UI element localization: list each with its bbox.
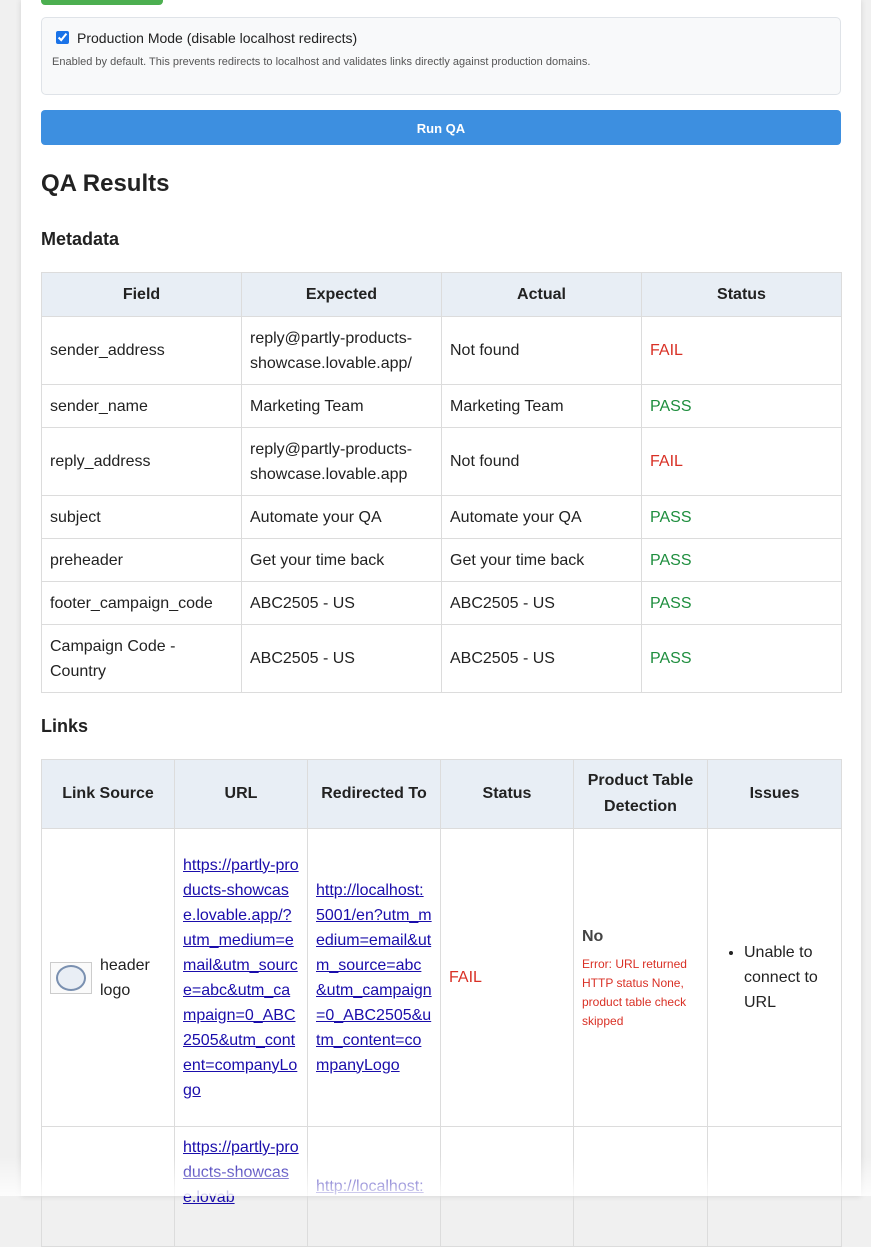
metadata-expected: Marketing Team [242,385,442,428]
metadata-actual: ABC2505 - US [442,582,642,625]
metadata-expected: Get your time back [242,539,442,582]
links-header-product-table: Product Table Detection [574,760,708,829]
link-source-cell [42,1127,175,1247]
metadata-field: sender_address [42,317,242,385]
link-url-cell: https://partly-products-showcase.lovab [175,1127,308,1247]
link-issues-cell [708,1127,842,1247]
links-header-url: URL [175,760,308,829]
links-header-status: Status [441,760,574,829]
table-row: https://partly-products-showcase.lovab h… [42,1127,842,1247]
metadata-expected: reply@partly-products-showcase.lovable.a… [242,428,442,496]
metadata-actual: Get your time back [442,539,642,582]
metadata-field: reply_address [42,428,242,496]
link-url-cell: https://partly-products-showcase.lovable… [175,829,308,1127]
metadata-field: sender_name [42,385,242,428]
production-mode-label[interactable]: Production Mode (disable localhost redir… [77,30,357,46]
link-redirect-cell: http://localhost: [308,1127,441,1247]
link-product-table-cell [574,1127,708,1247]
metadata-expected: ABC2505 - US [242,625,442,693]
links-header-issues: Issues [708,760,842,829]
links-header-redirected: Redirected To [308,760,441,829]
links-header-source: Link Source [42,760,175,829]
green-action-button[interactable] [41,0,163,5]
metadata-status: PASS [642,496,842,539]
metadata-expected: ABC2505 - US [242,582,442,625]
link-url[interactable]: https://partly-products-showcase.lovable… [183,857,299,1099]
metadata-field: subject [42,496,242,539]
links-header-row: Link Source URL Redirected To Status Pro… [42,760,842,829]
metadata-field: Campaign Code - Country [42,625,242,693]
table-row: sender_name Marketing Team Marketing Tea… [42,385,842,428]
metadata-title: Metadata [41,229,119,250]
link-status: FAIL [441,829,574,1127]
link-issues-cell: Unable to connect to URL [708,829,842,1127]
page-panel: Production Mode (disable localhost redir… [21,0,861,1196]
metadata-status: FAIL [642,428,842,496]
link-product-table-cell: No Error: URL returned HTTP status None,… [574,829,708,1127]
metadata-field: footer_campaign_code [42,582,242,625]
link-redirect-url[interactable]: http://localhost:5001/en?utm_medium=emai… [316,882,432,1074]
table-row: subject Automate your QA Automate your Q… [42,496,842,539]
link-source-cell: header logo [42,829,175,1127]
metadata-status: FAIL [642,317,842,385]
issue-item: Unable to connect to URL [744,940,833,1015]
metadata-status: PASS [642,539,842,582]
metadata-actual: Not found [442,428,642,496]
metadata-actual: Not found [442,317,642,385]
table-row: footer_campaign_code ABC2505 - US ABC250… [42,582,842,625]
table-row: reply_address reply@partly-products-show… [42,428,842,496]
table-row: sender_address reply@partly-products-sho… [42,317,842,385]
metadata-header-expected: Expected [242,273,442,317]
link-status [441,1127,574,1247]
link-redirect-cell: http://localhost:5001/en?utm_medium=emai… [308,829,441,1127]
metadata-expected: Automate your QA [242,496,442,539]
table-row: preheader Get your time back Get your ti… [42,539,842,582]
metadata-expected: reply@partly-products-showcase.lovable.a… [242,317,442,385]
run-qa-button[interactable]: Run QA [41,110,841,145]
table-row: header logo https://partly-products-show… [42,829,842,1127]
issues-list: Unable to connect to URL [716,940,833,1015]
production-mode-note: Enabled by default. This prevents redire… [52,56,590,68]
table-row: Campaign Code - Country ABC2505 - US ABC… [42,625,842,693]
link-source-label: header logo [100,953,166,1003]
logo-thumbnail-image [50,962,92,994]
metadata-status: PASS [642,385,842,428]
metadata-field: preheader [42,539,242,582]
metadata-status: PASS [642,582,842,625]
metadata-status: PASS [642,625,842,693]
production-mode-box: Production Mode (disable localhost redir… [41,17,841,95]
links-table: Link Source URL Redirected To Status Pro… [41,759,842,1247]
metadata-table: Field Expected Actual Status sender_addr… [41,272,842,693]
metadata-header-field: Field [42,273,242,317]
metadata-actual: Automate your QA [442,496,642,539]
metadata-actual: Marketing Team [442,385,642,428]
metadata-actual: ABC2505 - US [442,625,642,693]
metadata-header-status: Status [642,273,842,317]
links-title: Links [41,716,88,737]
metadata-header-row: Field Expected Actual Status [42,273,842,317]
product-table-error: Error: URL returned HTTP status None, pr… [582,955,699,1031]
link-redirect-url[interactable]: http://localhost: [316,1178,424,1195]
production-mode-checkbox[interactable] [56,31,69,44]
product-table-result: No [582,924,699,949]
metadata-header-actual: Actual [442,273,642,317]
qa-results-title: QA Results [41,170,169,198]
